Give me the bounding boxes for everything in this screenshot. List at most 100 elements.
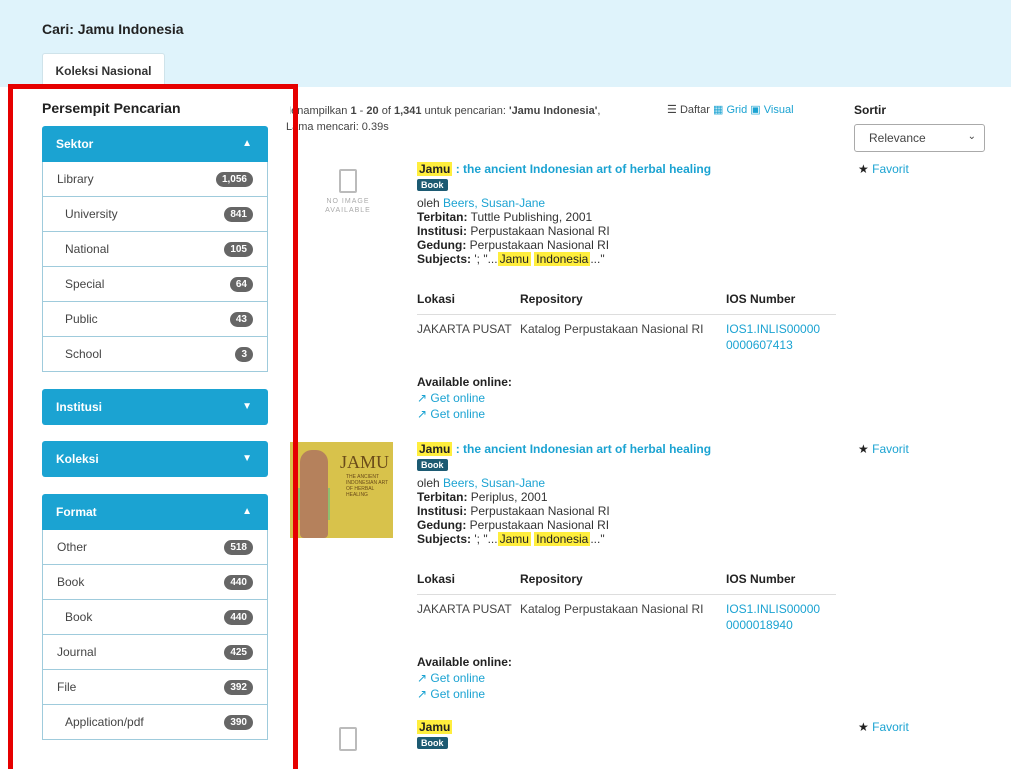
ios-line: 0000018940: [726, 618, 793, 632]
facet-item-label: Book: [65, 610, 93, 624]
record-title-link[interactable]: Jamu : the ancient Indonesian art of her…: [417, 442, 711, 456]
facet-item-special[interactable]: Special 64: [42, 267, 268, 302]
author-link[interactable]: Beers, Susan-Jane: [443, 196, 545, 210]
by-text: oleh: [417, 196, 440, 210]
get-online-label: Get online: [430, 407, 486, 421]
subject-highlight: Indonesia: [534, 252, 591, 266]
favorit-button[interactable]: ★ Favorit: [858, 442, 909, 456]
record-title-link[interactable]: Jamu : the ancient Indonesian art of her…: [417, 162, 711, 176]
ios-line: IOS1.INLIS00000: [726, 602, 821, 616]
title-highlight: Jamu: [417, 720, 453, 734]
search-time: Lama mencari: 0.39s: [286, 121, 389, 133]
no-image-placeholder: NO IMAGE AVAILABLE: [308, 169, 388, 229]
facet-header-institusi[interactable]: Institusi ▼: [42, 389, 268, 425]
col-lokasi: Lokasi: [417, 572, 520, 595]
count-badge: 425: [224, 645, 253, 660]
col-ios: IOS Number: [726, 292, 836, 315]
view-switcher: ☰ Daftar ▦ Grid ▣ Visual: [667, 103, 794, 116]
subjects-post: ...": [590, 252, 605, 266]
facet-item-label: School: [65, 347, 102, 361]
favorit-button[interactable]: ★ Favorit: [858, 720, 909, 734]
result-from: 1: [350, 105, 357, 117]
ios-link[interactable]: IOS1.INLIS00000 0000607413: [726, 315, 836, 354]
facet-header-format[interactable]: Format ▲: [42, 494, 268, 530]
facet-item-label: University: [65, 207, 118, 221]
table-row: JAKARTA PUSAT Katalog Perpustakaan Nasio…: [417, 315, 836, 354]
facet-header-sektor[interactable]: Sektor ▲: [42, 126, 268, 162]
facet-item-school[interactable]: School 3: [42, 337, 268, 372]
favorit-button[interactable]: ★ Favorit: [858, 162, 909, 176]
gedung-value: Perpustakaan Nasional RI: [469, 238, 610, 252]
collapse-up-icon: ▲: [242, 138, 252, 149]
record-meta: oleh Beers, Susan-Jane Terbitan: Periplu…: [417, 476, 610, 546]
sort-value: Relevance: [869, 131, 926, 145]
facet-item-file[interactable]: File 392: [42, 670, 268, 705]
document-icon: [339, 727, 357, 751]
favorit-label: Favorit: [872, 720, 909, 734]
get-online-link[interactable]: ↗ Get online: [417, 390, 512, 406]
repository-cell: Katalog Perpustakaan Nasional RI: [520, 602, 704, 616]
facet-item-label: National: [65, 242, 110, 256]
repository-cell: Katalog Perpustakaan Nasional RI: [520, 322, 704, 336]
format-badge: Book: [417, 459, 448, 471]
get-online-label: Get online: [430, 391, 486, 405]
col-lokasi: Lokasi: [417, 292, 520, 315]
facet-item-label: Library: [57, 172, 94, 186]
facet-header-koleksi[interactable]: Koleksi ▼: [42, 441, 268, 477]
terbitan-label: Terbitan:: [417, 490, 468, 504]
subjects-post: ...": [590, 532, 605, 546]
view-grid[interactable]: Grid: [726, 104, 747, 116]
get-online-link[interactable]: ↗ Get online: [417, 406, 512, 422]
facet-item-national[interactable]: National 105: [42, 232, 268, 267]
facet-item-university[interactable]: University 841: [42, 197, 268, 232]
facet-item-label: File: [57, 680, 77, 694]
holdings-table: Lokasi Repository IOS Number JAKARTA PUS…: [417, 292, 836, 353]
count-badge: 390: [224, 715, 253, 730]
facet-label: Format: [56, 505, 97, 519]
author-link[interactable]: Beers, Susan-Jane: [443, 476, 545, 490]
subject-highlight: Jamu: [497, 532, 531, 546]
view-daftar[interactable]: Daftar: [680, 104, 710, 116]
expand-down-icon: ▼: [242, 453, 252, 464]
favorit-label: Favorit: [872, 442, 909, 456]
facet-item-other[interactable]: Other 518: [42, 530, 268, 565]
gedung-value: Perpustakaan Nasional RI: [469, 518, 610, 532]
facet-item-public[interactable]: Public 43: [42, 302, 268, 337]
ios-link[interactable]: IOS1.INLIS00000 0000018940: [726, 595, 836, 634]
results-summary: Menampilkan 1 - 20 of 1,341 untuk pencar…: [286, 103, 645, 135]
tab-koleksi-nasional[interactable]: Koleksi Nasional: [42, 53, 165, 88]
sidebar-title: Persempit Pencarian: [42, 100, 181, 116]
count-badge: 440: [224, 575, 253, 590]
facet-item-book[interactable]: Book 440: [42, 565, 268, 600]
book-cover-image[interactable]: JAMU THE ANCIENT INDONESIAN ART OF HERBA…: [290, 442, 393, 538]
terbitan-value: Periplus, 2001: [470, 490, 548, 504]
for-text: untuk pencarian:: [424, 105, 506, 117]
cover-figure: [300, 450, 328, 538]
count-badge: 841: [224, 207, 253, 222]
facet-item-journal[interactable]: Journal 425: [42, 635, 268, 670]
get-online-link[interactable]: ↗ Get online: [417, 670, 512, 686]
record-title-link[interactable]: Jamu: [417, 720, 453, 734]
facet-item-application-pdf[interactable]: Application/pdf 390: [42, 705, 268, 740]
facet-item-book-sub[interactable]: Book 440: [42, 600, 268, 635]
facet-sidebar: Persempit Pencarian Sektor ▲ Library 1,05…: [42, 96, 268, 740]
facet-item-label: Public: [65, 312, 98, 326]
result-total: 1,341: [393, 105, 422, 117]
subjects-label: Subjects:: [417, 532, 472, 546]
cover-title: JAMU: [340, 452, 390, 472]
institusi-label: Institusi:: [417, 504, 467, 518]
count-badge: 43: [229, 312, 253, 327]
get-online-link[interactable]: ↗ Get online: [417, 686, 512, 702]
facet-item-library[interactable]: Library 1,056: [42, 162, 268, 197]
holdings-table: Lokasi Repository IOS Number JAKARTA PUS…: [417, 572, 836, 633]
external-link-icon: ↗: [417, 391, 428, 405]
no-image-placeholder: [308, 727, 388, 769]
view-visual[interactable]: Visual: [764, 104, 794, 116]
expand-down-icon: ▼: [242, 401, 252, 412]
ios-line: 0000607413: [726, 338, 793, 352]
record-meta: oleh Beers, Susan-Jane Terbitan: Tuttle …: [417, 196, 610, 266]
get-online-label: Get online: [430, 687, 486, 701]
sort-select[interactable]: Relevance ⌄: [854, 124, 985, 152]
result-record: JAMU THE ANCIENT INDONESIAN ART OF HERBA…: [290, 442, 1010, 712]
facet-item-label: Application/pdf: [65, 715, 144, 729]
